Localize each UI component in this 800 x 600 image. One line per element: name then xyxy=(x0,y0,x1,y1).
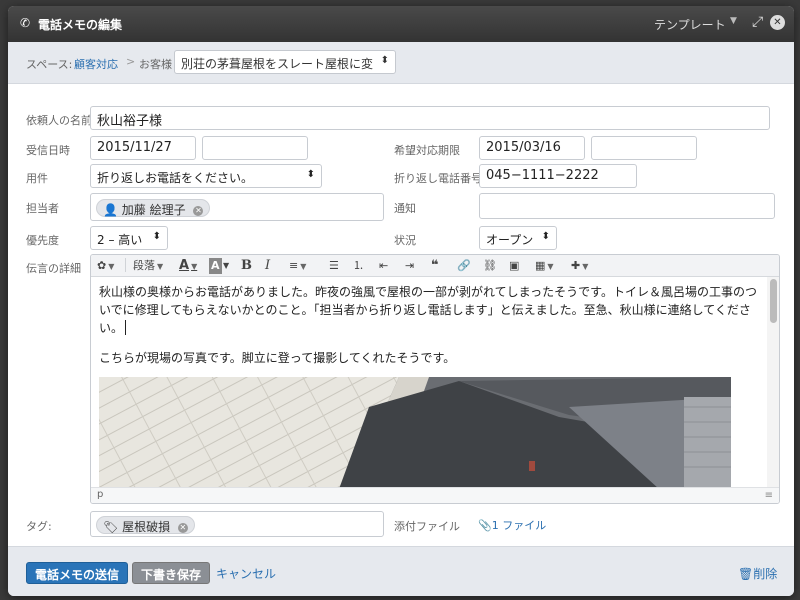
desired-date-input[interactable]: 2015/03/16 xyxy=(479,136,585,160)
delete-button[interactable]: 🗑削除 xyxy=(738,565,777,582)
customer-select[interactable]: 別荘の茅葺屋根をスレート屋根に変 ⬍ xyxy=(174,50,396,74)
message-label: 伝言の詳細 xyxy=(26,262,81,275)
plugin-icon[interactable]: ✚ ▼ xyxy=(571,258,588,274)
status-select[interactable]: オープン ⬍ xyxy=(479,226,557,250)
select-arrows-icon: ⬍ xyxy=(152,231,161,242)
message-paragraph: 秋山様の奥様からお電話がありました。昨夜の強風で屋根の一部が剥がれてしまったそう… xyxy=(99,285,757,335)
bullet-list-icon[interactable]: ☰ xyxy=(329,258,339,274)
roof-photo-image xyxy=(99,377,731,487)
align-icon[interactable]: ≡ ▼ xyxy=(289,258,306,274)
indent-icon[interactable]: ⇥ xyxy=(405,258,414,274)
toolbar-divider xyxy=(125,258,126,272)
user-icon: 👤 xyxy=(103,203,118,217)
attachment-link[interactable]: 📎1 ファイル xyxy=(478,517,546,533)
site-photo[interactable] xyxy=(99,377,731,487)
dialog-title: 電話メモの編集 xyxy=(38,18,123,32)
chevron-down-icon[interactable]: ▼ xyxy=(223,258,229,274)
phone-icon: ✆ xyxy=(20,16,31,30)
callback-number-label: 折り返し電話番号 xyxy=(394,172,482,185)
space-label: スペース: xyxy=(26,58,73,71)
paperclip-icon: 📎 xyxy=(478,519,492,532)
assignee-label: 担当者 xyxy=(26,202,59,215)
subject-label: 用件 xyxy=(26,172,48,185)
trash-icon: 🗑 xyxy=(738,567,754,581)
chevron-down-icon[interactable]: ▼ xyxy=(730,16,737,26)
text-cursor xyxy=(125,320,127,335)
highlight-color-icon[interactable]: A xyxy=(209,258,222,274)
save-draft-button[interactable]: 下書き保存 xyxy=(132,562,211,584)
font-color-icon[interactable]: A ▼ xyxy=(179,258,197,274)
editor-toolbar: ✿ ▼ 段落 ▼ A ▼ A ▼ B I ≡ ▼ ☰ ⒈ ⇤ ⇥ ❝ 🔗 ⛓ ▣ ▦ ▼ … xyxy=(91,255,779,277)
select-arrows-icon: ⬍ xyxy=(380,55,389,66)
priority-select[interactable]: 2 – 高い ⬍ xyxy=(90,226,168,250)
expand-icon[interactable]: ⤢ xyxy=(752,14,763,30)
dialog-titlebar: ✆ 電話メモの編集 テンプレート ▼ ⤢ ✕ xyxy=(8,6,794,42)
priority-label: 優先度 xyxy=(26,234,59,247)
editor-scrollbar-thumb[interactable] xyxy=(770,279,777,323)
edit-phone-memo-dialog: ✆ 電話メモの編集 テンプレート ▼ ⤢ ✕ スペース: 顧客対応 > お客様 … xyxy=(8,6,794,596)
customer-select-value: 別荘の茅葺屋根をスレート屋根に変 xyxy=(181,57,374,71)
remove-chip-icon[interactable]: ✕ xyxy=(193,206,204,216)
breadcrumb: スペース: 顧客対応 > お客様 別荘の茅葺屋根をスレート屋根に変 ⬍ xyxy=(8,42,794,84)
callback-number-input[interactable]: 045−1111−2222 xyxy=(479,164,637,188)
assignee-chip[interactable]: 👤 加藤 絵理子 ✕ xyxy=(96,199,211,217)
element-path[interactable]: p xyxy=(97,489,103,500)
editor-statusbar: p ≡ xyxy=(91,487,779,503)
attachment-label: 添付ファイル xyxy=(394,520,460,533)
assignee-chip-label: 加藤 絵理子 xyxy=(121,203,186,217)
close-icon[interactable]: ✕ xyxy=(770,15,785,30)
space-link[interactable]: 顧客対応 xyxy=(74,56,118,72)
status-select-value: オープン xyxy=(486,233,534,247)
unlink-icon[interactable]: ⛓ xyxy=(483,258,497,274)
notify-input[interactable] xyxy=(479,193,775,219)
link-icon[interactable]: 🔗 xyxy=(457,258,471,274)
italic-button[interactable]: I xyxy=(265,258,270,274)
requester-input[interactable]: 秋山裕子様 xyxy=(90,106,770,130)
template-menu[interactable]: テンプレート xyxy=(654,16,726,33)
customer-label: お客様 xyxy=(139,58,172,71)
outdent-icon[interactable]: ⇤ xyxy=(379,258,388,274)
resize-handle-icon[interactable]: ≡ xyxy=(765,490,773,501)
memo-form: 依頼人の名前 秋山裕子様 受信日時 2015/11/27 希望対応期限 2015… xyxy=(8,84,794,546)
send-memo-button[interactable]: 電話メモの送信 xyxy=(26,562,129,584)
breadcrumb-separator: > xyxy=(126,55,136,68)
notify-label: 通知 xyxy=(394,202,416,215)
select-arrows-icon: ⬍ xyxy=(306,169,315,180)
received-date-input[interactable]: 2015/11/27 xyxy=(90,136,196,160)
received-label: 受信日時 xyxy=(26,144,70,157)
numbered-list-icon[interactable]: ⒈ xyxy=(353,258,364,274)
tag-icon: 🏷 xyxy=(103,520,119,534)
select-arrows-icon: ⬍ xyxy=(541,231,550,242)
priority-select-value: 2 – 高い xyxy=(97,233,143,247)
gear-icon[interactable]: ✿ ▼ xyxy=(97,258,114,274)
dialog-footer: 電話メモの送信 下書き保存 キャンセル 🗑削除 xyxy=(8,546,794,596)
desired-time-input[interactable] xyxy=(591,136,697,160)
editor-content[interactable]: 秋山様の奥様からお電話がありました。昨夜の強風で屋根の一部が剥がれてしまったそう… xyxy=(91,277,767,487)
blockquote-icon[interactable]: ❝ xyxy=(431,258,439,274)
tag-chip-label: 屋根破損 xyxy=(122,520,171,534)
subject-select-value: 折り返しお電話をください。 xyxy=(97,171,254,185)
bold-button[interactable]: B xyxy=(241,258,252,274)
image-icon[interactable]: ▣ xyxy=(509,258,519,274)
requester-label: 依頼人の名前 xyxy=(26,114,92,127)
tag-chip[interactable]: 🏷 屋根破損 ✕ xyxy=(96,516,195,534)
received-time-input[interactable] xyxy=(202,136,308,160)
remove-chip-icon[interactable]: ✕ xyxy=(177,523,188,533)
paragraph-format-menu[interactable]: 段落 ▼ xyxy=(133,258,163,274)
subject-select[interactable]: 折り返しお電話をください。 ⬍ xyxy=(90,164,322,188)
table-icon[interactable]: ▦ ▼ xyxy=(535,258,554,274)
message-editor: ✿ ▼ 段落 ▼ A ▼ A ▼ B I ≡ ▼ ☰ ⒈ ⇤ ⇥ ❝ 🔗 ⛓ ▣ ▦ ▼ … xyxy=(90,254,780,504)
tags-label: タグ: xyxy=(26,520,52,533)
message-paragraph: こちらが現場の写真です。脚立に登って撮影してくれたそうです。 xyxy=(99,351,456,365)
desired-deadline-label: 希望対応期限 xyxy=(394,144,460,157)
cancel-button[interactable]: キャンセル xyxy=(214,562,284,584)
status-label: 状況 xyxy=(394,234,416,247)
